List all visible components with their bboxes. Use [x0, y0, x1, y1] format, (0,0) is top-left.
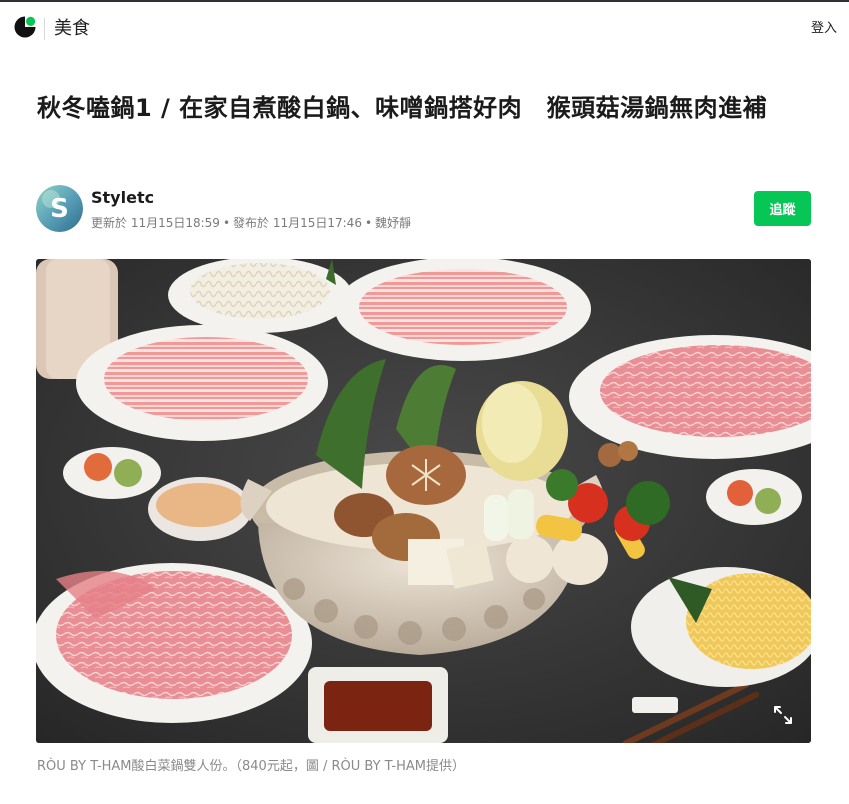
image-caption: RÒU BY T-HAM酸白菜鍋雙人份。（840元起，圖 / RÒU BY T-…: [37, 759, 465, 774]
published-time: 發布於 11月15日17:46: [233, 216, 362, 230]
article-meta: 更新於 11月15日18:59 • 發布於 11月15日17:46 • 魏妤靜: [91, 215, 411, 231]
follow-button[interactable]: 追蹤: [754, 191, 811, 226]
author-avatar[interactable]: S: [36, 185, 83, 232]
topbar-divider: [44, 18, 45, 40]
section-title[interactable]: 美食: [54, 17, 90, 41]
top-bar: 美食 登入: [0, 0, 849, 54]
author-name[interactable]: Styletc: [91, 188, 154, 208]
meta-separator: •: [364, 216, 373, 230]
expand-icon[interactable]: [772, 704, 794, 726]
brand-logo-icon[interactable]: [13, 15, 37, 39]
login-link[interactable]: 登入: [811, 20, 837, 38]
hero-image[interactable]: [36, 259, 811, 743]
article-title: 秋冬嗑鍋1 / 在家自煮酸白鍋、味噌鍋搭好肉 猴頭菇湯鍋無肉進補: [37, 94, 768, 122]
meta-separator: •: [222, 216, 231, 230]
avatar-letter: S: [50, 194, 69, 224]
updated-time: 更新於 11月15日18:59: [91, 216, 220, 230]
editor-name[interactable]: 魏妤靜: [375, 216, 411, 230]
